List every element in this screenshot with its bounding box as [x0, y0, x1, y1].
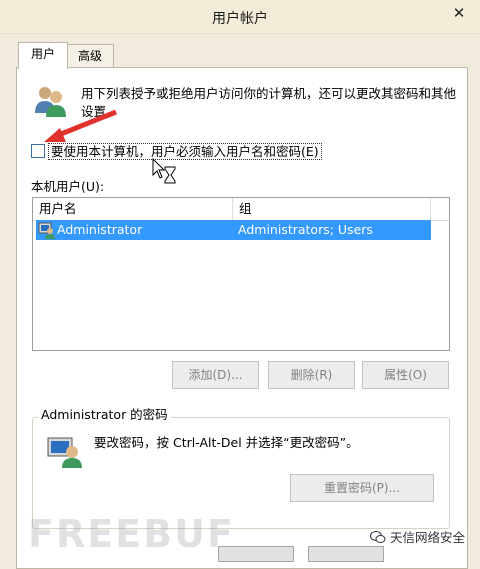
- wechat-icon: [370, 530, 386, 543]
- reset-password-button[interactable]: 重置密码(P)...: [290, 474, 434, 502]
- cell-username: Administrator: [57, 222, 143, 237]
- require-password-checkbox[interactable]: [31, 144, 45, 158]
- window-title: 用户帐户: [212, 11, 268, 27]
- table-row[interactable]: Administrator Administrators; Users: [36, 220, 431, 240]
- column-header-group[interactable]: 组: [233, 198, 431, 220]
- wechat-watermark-text: 天信网络安全: [390, 530, 466, 545]
- properties-button[interactable]: 属性(O): [362, 361, 449, 389]
- remove-button[interactable]: 删除(R): [268, 361, 355, 389]
- freebuf-watermark: FREEBUF: [28, 512, 235, 556]
- tab-users[interactable]: 用户: [18, 42, 68, 69]
- tab-advanced[interactable]: 高级: [66, 44, 114, 67]
- title-bar: 用户帐户 ✕: [0, 0, 480, 34]
- local-users-label: 本机用户(U):: [31, 179, 105, 194]
- wechat-watermark: 天信网络安全: [370, 527, 465, 546]
- users-listview[interactable]: 用户名 组 Administrator Administrators; User…: [32, 197, 450, 351]
- cell-groups: Administrators; Users: [238, 222, 373, 237]
- list-header: 用户名 组: [33, 198, 449, 221]
- keyboard-user-icon: [47, 437, 82, 468]
- close-button[interactable]: ✕: [440, 2, 478, 24]
- busy-cursor-icon: [152, 158, 176, 184]
- ok-button[interactable]: [218, 546, 294, 562]
- add-button[interactable]: 添加(D)...: [172, 361, 259, 389]
- user-icon: [38, 222, 55, 239]
- password-description: 要改密码，按 Ctrl-Alt-Del 并选择“更改密码”。: [94, 435, 359, 450]
- description-text: 用下列表授予或拒绝用户访问你的计算机，还可以更改其密码和其他设置。: [81, 86, 457, 119]
- password-group-title: Administrator 的密码: [38, 404, 171, 423]
- column-header-username[interactable]: 用户名: [33, 198, 233, 220]
- cancel-button[interactable]: [308, 546, 384, 562]
- require-password-label[interactable]: 要使用本计算机，用户必须输入用户名和密码(E): [48, 141, 322, 160]
